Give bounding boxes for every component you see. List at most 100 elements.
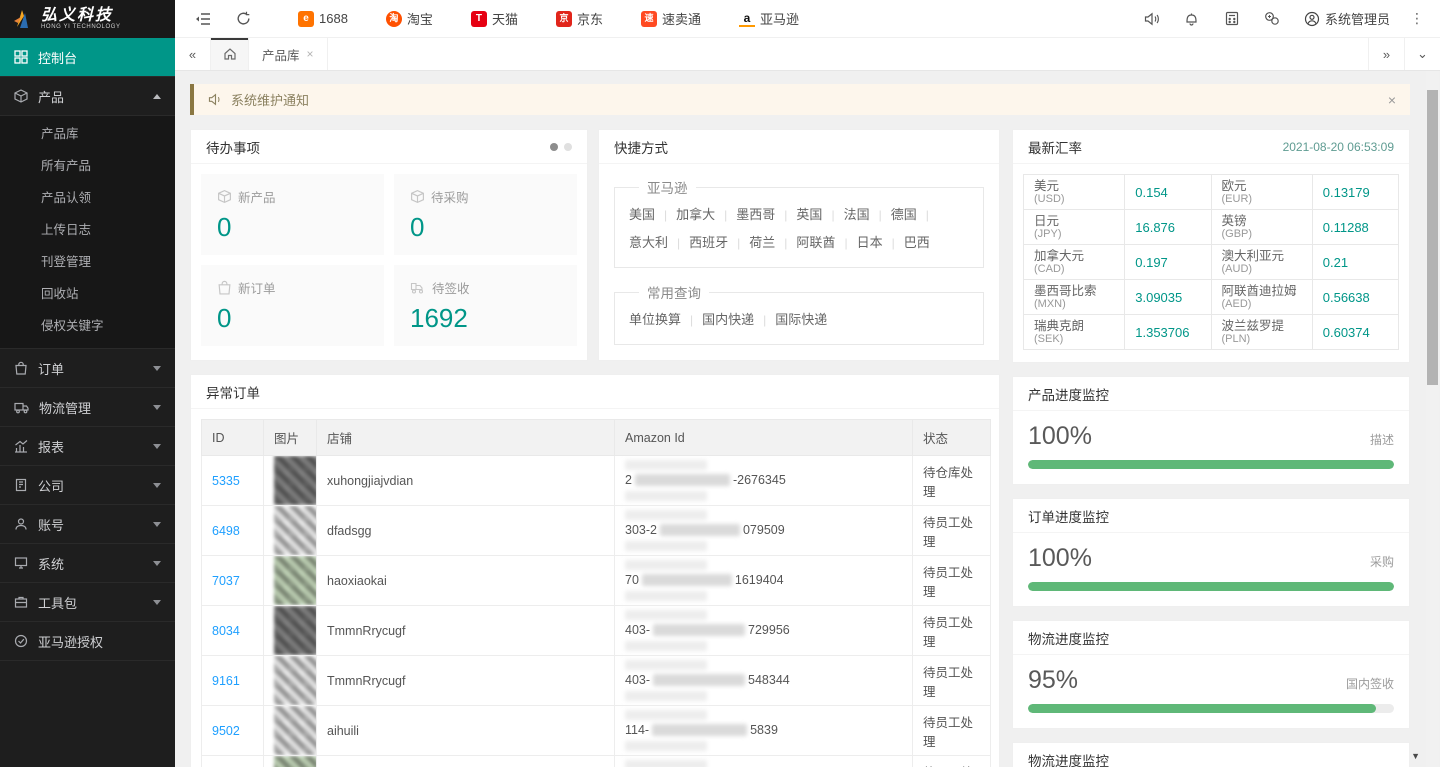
progress-bar-track xyxy=(1028,460,1394,469)
submenu-item[interactable]: 刊登管理 xyxy=(0,246,175,278)
logo: 弘义科技 HONG YI TECHNOLOGY xyxy=(0,0,175,38)
query-link[interactable]: 国内快递 xyxy=(702,312,775,327)
truck-icon xyxy=(14,400,29,414)
calculator-button[interactable] xyxy=(1212,0,1252,38)
bag-icon xyxy=(217,280,232,295)
sidebar-item-amazon-auth[interactable]: 亚马逊授权 xyxy=(0,622,175,661)
todo-card-to-receive[interactable]: 待签收 1692 xyxy=(394,265,577,346)
platform-link-1688[interactable]: e 1688 xyxy=(279,11,367,27)
platform-link-taobao[interactable]: 淘 淘宝 xyxy=(367,9,452,28)
scrollbar-thumb[interactable] xyxy=(1427,90,1438,385)
order-status: 待员工处理 xyxy=(913,556,991,606)
sidebar-item-logistics[interactable]: 物流管理 xyxy=(0,388,175,427)
sidebar-item-company[interactable]: 公司 xyxy=(0,466,175,505)
sidebar-item-system[interactable]: 系统 xyxy=(0,544,175,583)
sidebar-item-accounts[interactable]: 账号 xyxy=(0,505,175,544)
country-link[interactable]: 加拿大 xyxy=(676,207,736,222)
redacted-text xyxy=(625,541,707,551)
todo-card-to-purchase[interactable]: 待采购 0 xyxy=(394,174,577,255)
user-avatar-icon xyxy=(1304,11,1320,27)
todo-card-label: 新产品 xyxy=(238,187,276,206)
order-status: 待员工处理 xyxy=(913,606,991,656)
refresh-button[interactable] xyxy=(223,0,263,38)
sidebar-item-reports[interactable]: 报表 xyxy=(0,427,175,466)
sidebar-item-label: 账号 xyxy=(38,515,64,534)
panel-title: 物流进度监控 xyxy=(1028,750,1109,767)
query-link[interactable]: 国际快递 xyxy=(775,312,827,327)
platform-link-amazon[interactable]: a 亚马逊 xyxy=(720,9,818,28)
jd-icon: 京 xyxy=(556,11,572,27)
order-id-link[interactable]: 6498 xyxy=(212,524,240,538)
country-link[interactable]: 巴西 xyxy=(904,235,930,250)
progress-bar-track xyxy=(1028,704,1394,713)
tab-home[interactable] xyxy=(211,38,249,70)
notice-close-icon[interactable]: × xyxy=(1388,92,1396,108)
chevrons-right-icon: » xyxy=(1383,47,1390,62)
currency-name: 美元 xyxy=(1034,179,1114,193)
store-name: TmmnRrycugf xyxy=(317,606,615,656)
vertical-scrollbar[interactable] xyxy=(1426,71,1439,767)
scroll-corner-caret-icon[interactable]: ▼ xyxy=(1411,751,1420,761)
country-link[interactable]: 墨西哥 xyxy=(736,207,796,222)
country-link[interactable]: 西班牙 xyxy=(689,235,749,250)
dashboard-icon xyxy=(14,50,28,64)
order-status: 待员工处理 xyxy=(913,706,991,756)
submenu-item[interactable]: 所有产品 xyxy=(0,150,175,182)
country-link[interactable]: 日本 xyxy=(857,235,904,250)
store-name: TmmnRrycugf xyxy=(317,756,615,767)
currency-exchange-button[interactable] xyxy=(1252,0,1292,38)
country-link[interactable]: 德国 xyxy=(891,207,938,222)
country-link[interactable]: 阿联酋 xyxy=(796,235,856,250)
platform-link-jd[interactable]: 京 京东 xyxy=(537,9,622,28)
platform-label: 速卖通 xyxy=(662,9,701,28)
sidebar-item-orders[interactable]: 订单 xyxy=(0,349,175,388)
platform-link-tmall[interactable]: T 天猫 xyxy=(452,9,537,28)
sidebar-item-toolkit[interactable]: 工具包 xyxy=(0,583,175,622)
order-id-link[interactable]: 5335 xyxy=(212,474,240,488)
currency-name: 日元 xyxy=(1034,214,1114,228)
tabs-menu-button[interactable]: ⌄ xyxy=(1404,38,1440,70)
sidebar-item-label: 物流管理 xyxy=(39,398,91,417)
country-link[interactable]: 法国 xyxy=(844,207,891,222)
currency-name: 澳大利亚元 xyxy=(1222,249,1302,263)
caret-down-icon xyxy=(153,600,161,605)
currency-code: (AED) xyxy=(1222,298,1302,310)
carousel-dot-active[interactable] xyxy=(550,143,558,151)
order-id-link[interactable]: 9161 xyxy=(212,674,240,688)
query-link[interactable]: 单位换算 xyxy=(629,312,702,327)
order-id-link[interactable]: 8034 xyxy=(212,624,240,638)
admin-name: 系统管理员 xyxy=(1325,9,1390,28)
tab-product-lib[interactable]: 产品库 × xyxy=(249,38,328,70)
submenu-item[interactable]: 上传日志 xyxy=(0,214,175,246)
rate-value: 3.09035 xyxy=(1125,280,1211,315)
sidebar-item-console[interactable]: 控制台 xyxy=(0,38,175,77)
more-menu-button[interactable]: ⋮ xyxy=(1402,0,1432,38)
submenu-item[interactable]: 回收站 xyxy=(0,278,175,310)
amazon-icon: a xyxy=(739,11,755,27)
submenu-item[interactable]: 产品认领 xyxy=(0,182,175,214)
sidebar-item-product[interactable]: 产品 xyxy=(0,77,175,116)
product-submenu: 产品库 所有产品 产品认领 上传日志 刊登管理 回收站 侵权关键字 xyxy=(0,116,175,349)
carousel-dot[interactable] xyxy=(564,143,572,151)
announcement-button[interactable] xyxy=(1132,0,1172,38)
submenu-item[interactable]: 侵权关键字 xyxy=(0,310,175,342)
notifications-button[interactable] xyxy=(1172,0,1212,38)
country-link[interactable]: 荷兰 xyxy=(749,235,796,250)
country-link[interactable]: 美国 xyxy=(629,207,676,222)
tab-label: 产品库 xyxy=(262,45,300,64)
notice-text: 系统维护通知 xyxy=(231,90,309,109)
todo-card-new-order[interactable]: 新订单 0 xyxy=(201,265,384,346)
tabs-scroll-left-button[interactable]: « xyxy=(175,38,211,70)
order-id-link[interactable]: 9502 xyxy=(212,724,240,738)
order-id-link[interactable]: 7037 xyxy=(212,574,240,588)
current-user[interactable]: 系统管理员 xyxy=(1292,9,1402,28)
submenu-item[interactable]: 产品库 xyxy=(0,118,175,150)
country-link[interactable]: 英国 xyxy=(796,207,843,222)
rate-value: 0.154 xyxy=(1125,175,1211,210)
tabs-scroll-right-button[interactable]: » xyxy=(1368,38,1404,70)
collapse-sidebar-button[interactable] xyxy=(183,0,223,38)
todo-card-new-product[interactable]: 新产品 0 xyxy=(201,174,384,255)
platform-link-aliexpress[interactable]: 速 速卖通 xyxy=(622,9,720,28)
tab-close-icon[interactable]: × xyxy=(307,47,314,61)
country-link[interactable]: 意大利 xyxy=(629,235,689,250)
